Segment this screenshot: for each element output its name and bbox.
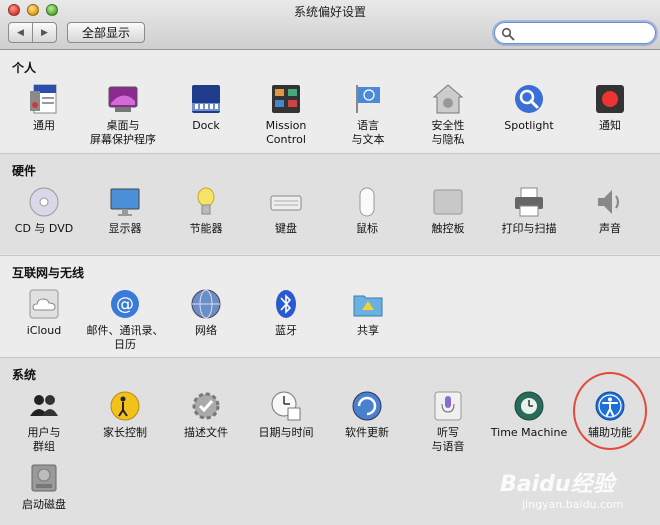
section-personal: 个人 通用 桌面与 屏幕保护程序 Dock Mission Control 语言… bbox=[0, 51, 660, 152]
pref-date-time[interactable]: 日期与时间 bbox=[246, 390, 326, 440]
section-title: 系统 bbox=[12, 368, 37, 382]
cd-dvd-icon bbox=[29, 187, 59, 217]
date-time-icon bbox=[271, 391, 301, 421]
startup-disk-icon bbox=[31, 464, 57, 492]
pref-desktop-screensaver[interactable]: 桌面与 屏幕保护程序 bbox=[83, 83, 163, 147]
pref-dock[interactable]: Dock bbox=[166, 83, 246, 133]
section-hardware: 硬件 CD 与 DVD 显示器 节能器 键盘 鼠标 触控板 打印与扫描 声音 bbox=[0, 153, 660, 254]
sound-icon bbox=[598, 190, 619, 214]
highlight-ring bbox=[573, 372, 647, 450]
pref-software-update[interactable]: 软件更新 bbox=[327, 390, 407, 440]
displays-icon bbox=[110, 188, 140, 216]
icloud-icon bbox=[29, 289, 59, 319]
pref-keyboard[interactable]: 键盘 bbox=[246, 186, 326, 236]
pref-notifications[interactable]: 通知 bbox=[570, 83, 650, 133]
pref-network[interactable]: 网络 bbox=[166, 288, 246, 338]
pref-print-scan[interactable]: 打印与扫描 bbox=[489, 186, 569, 236]
mouse-icon bbox=[359, 187, 375, 217]
keyboard-icon bbox=[270, 195, 302, 211]
bluetooth-icon bbox=[276, 290, 296, 318]
pref-cd-dvd[interactable]: CD 与 DVD bbox=[4, 186, 84, 236]
search-icon bbox=[501, 27, 515, 41]
pref-security-privacy[interactable]: 安全性 与隐私 bbox=[408, 83, 488, 147]
users-groups-icon bbox=[30, 395, 58, 416]
back-forward-control: ◀ ▶ bbox=[8, 22, 57, 43]
section-title: 硬件 bbox=[12, 164, 37, 178]
pref-users-groups[interactable]: 用户与 群组 bbox=[4, 390, 84, 454]
desktop-screensaver-icon bbox=[108, 86, 138, 112]
mail-contacts-calendars-icon: @ bbox=[111, 290, 139, 318]
pref-parental-controls[interactable]: 家长控制 bbox=[85, 390, 165, 440]
trackpad-icon bbox=[433, 189, 463, 215]
pref-mail-contacts-calendars[interactable]: @ 邮件、通讯录、 日历 bbox=[85, 288, 165, 352]
pref-mouse[interactable]: 鼠标 bbox=[327, 186, 407, 236]
notifications-icon bbox=[596, 85, 624, 113]
pref-language-text[interactable]: 语言 与文本 bbox=[328, 83, 408, 147]
search-input[interactable] bbox=[517, 26, 649, 40]
section-title: 个人 bbox=[12, 61, 37, 75]
title-bar: 系统偏好设置 ◀ ▶ 全部显示 bbox=[0, 0, 660, 50]
svg-text:@: @ bbox=[116, 294, 134, 315]
mission-control-icon bbox=[272, 85, 300, 113]
profiles-icon bbox=[192, 392, 220, 420]
print-scan-icon bbox=[515, 187, 543, 217]
general-icon bbox=[30, 84, 57, 114]
forward-button[interactable]: ▶ bbox=[32, 23, 56, 42]
dictation-speech-icon bbox=[434, 391, 462, 421]
security-privacy-icon bbox=[432, 84, 464, 114]
pref-profiles[interactable]: 描述文件 bbox=[166, 390, 246, 440]
dock-icon bbox=[192, 85, 220, 113]
pref-mission-control[interactable]: Mission Control bbox=[246, 83, 326, 147]
spotlight-icon bbox=[515, 85, 543, 113]
pref-time-machine[interactable]: Time Machine bbox=[489, 390, 569, 440]
pref-icloud[interactable]: iCloud bbox=[4, 288, 84, 338]
network-icon bbox=[191, 289, 221, 319]
section-title: 互联网与无线 bbox=[12, 266, 85, 280]
watermark-url: jingyan.baidu.com bbox=[522, 498, 624, 511]
pref-displays[interactable]: 显示器 bbox=[85, 186, 165, 236]
time-machine-icon bbox=[514, 391, 544, 421]
pref-sharing[interactable]: 共享 bbox=[328, 288, 408, 338]
back-arrow-icon: ◀ bbox=[17, 27, 24, 38]
pref-startup-disk[interactable]: 启动磁盘 bbox=[4, 462, 84, 512]
sharing-icon bbox=[353, 295, 383, 317]
show-all-button[interactable]: 全部显示 bbox=[67, 22, 145, 43]
section-internet-wireless: 互联网与无线 iCloud @ 邮件、通讯录、 日历 网络 蓝牙 共享 bbox=[0, 255, 660, 356]
parental-controls-icon bbox=[110, 391, 140, 421]
energy-saver-icon bbox=[197, 187, 215, 215]
window-title: 系统偏好设置 bbox=[293, 5, 366, 19]
forward-arrow-icon: ▶ bbox=[41, 27, 48, 38]
pref-energy-saver[interactable]: 节能器 bbox=[166, 186, 246, 236]
watermark-brand: Baidu经验 bbox=[500, 472, 615, 497]
pref-dictation-speech[interactable]: 听写 与语音 bbox=[408, 390, 488, 454]
baidu-watermark: Baidu经验 jingyan.baidu.com bbox=[500, 466, 655, 521]
pref-sound[interactable]: 声音 bbox=[570, 186, 650, 236]
pref-bluetooth[interactable]: 蓝牙 bbox=[246, 288, 326, 338]
software-update-icon bbox=[352, 391, 382, 421]
back-button[interactable]: ◀ bbox=[9, 23, 32, 42]
pref-trackpad[interactable]: 触控板 bbox=[408, 186, 488, 236]
pref-general[interactable]: 通用 bbox=[4, 83, 84, 133]
search-field[interactable] bbox=[494, 22, 656, 44]
pref-spotlight[interactable]: Spotlight bbox=[489, 83, 569, 133]
language-text-icon bbox=[356, 85, 380, 113]
